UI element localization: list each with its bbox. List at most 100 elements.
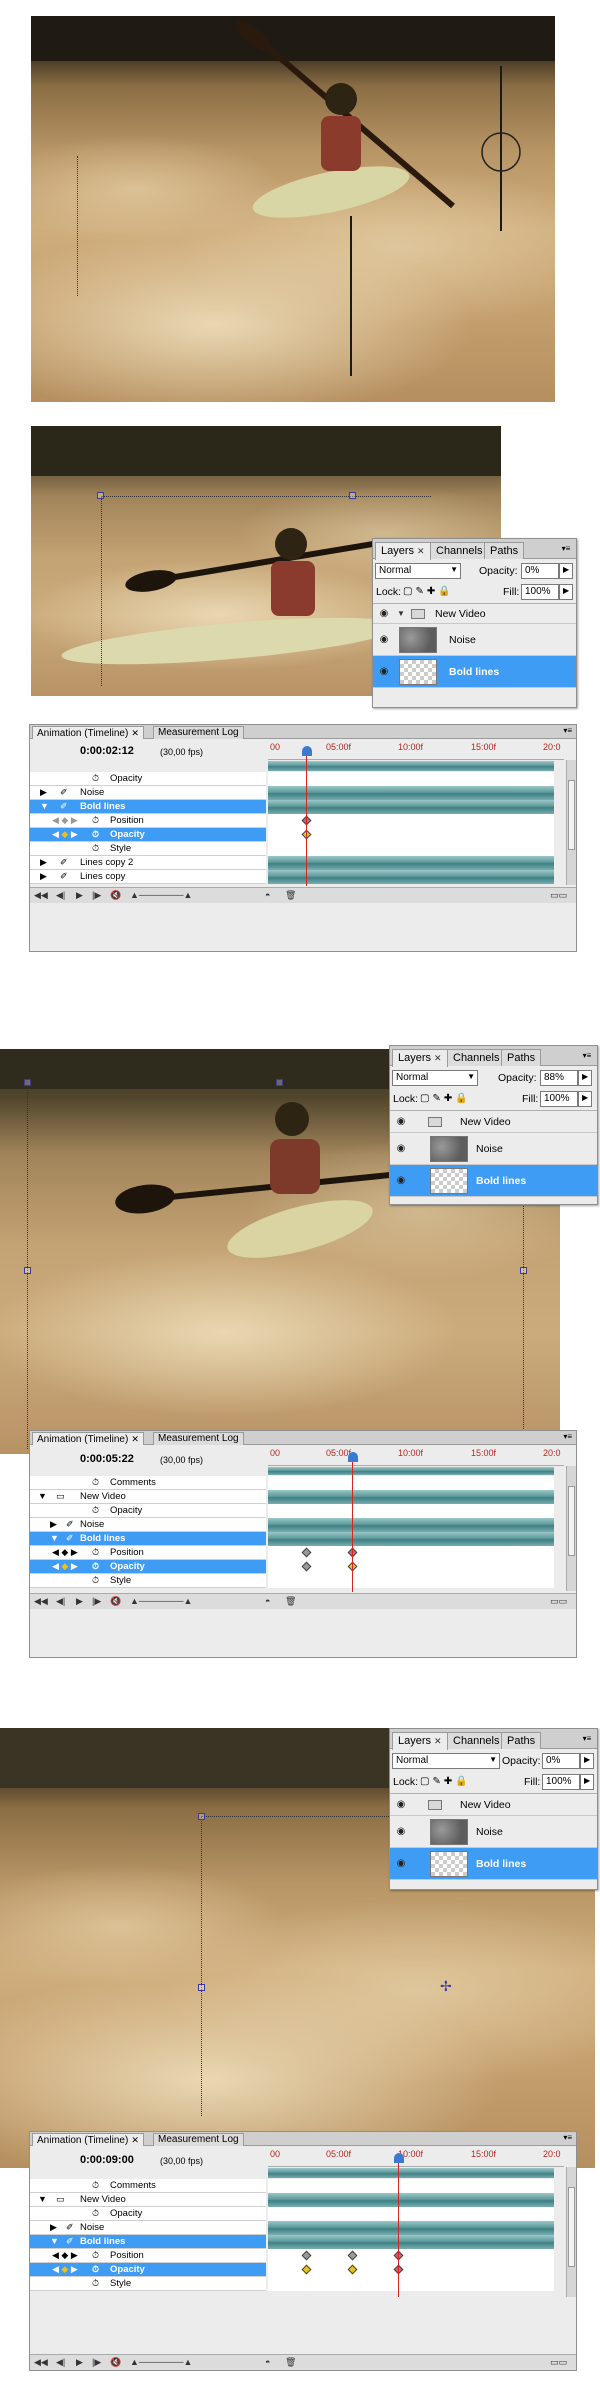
track-row-lines-copy[interactable]: ▶ ✐ Lines copy <box>30 870 266 884</box>
blend-mode-select[interactable]: Normal ▼ <box>392 1070 478 1086</box>
panel-menu-icon[interactable]: ▾≡ <box>581 1734 593 1744</box>
work-area-bar[interactable] <box>268 761 554 771</box>
layer-row-bold-lines[interactable]: ◉ Bold lines <box>390 1165 597 1197</box>
track-bar-bold-lines[interactable] <box>268 800 554 814</box>
stopwatch-icon[interactable]: ⏱ <box>92 814 99 827</box>
tab-paths[interactable]: Paths <box>501 1049 542 1066</box>
expand-triangle-icon[interactable]: ▼ <box>397 609 405 618</box>
transform-handle[interactable] <box>24 1267 31 1274</box>
layer-row-new-video[interactable]: ◉ New Video <box>390 1794 597 1816</box>
scrollbar-thumb[interactable] <box>568 780 575 850</box>
fill-field[interactable]: 100% <box>521 584 559 600</box>
visibility-eye-icon[interactable]: ◉ <box>394 1799 408 1810</box>
close-icon[interactable]: ✕ <box>131 2135 139 2145</box>
opacity-stepper[interactable]: ▶ <box>559 563 573 579</box>
play-icon[interactable]: ▶ <box>76 1596 83 1607</box>
keyframe-nav-icon[interactable]: ◀ ◆ ▶ <box>52 828 78 841</box>
stopwatch-icon[interactable]: ⏱ <box>92 772 99 785</box>
track-row-noise[interactable]: ▶ ✐ Noise <box>30 1518 266 1532</box>
audio-icon[interactable]: 🔇 <box>110 1596 121 1607</box>
track-row-opacity[interactable]: ⏱ Opacity <box>30 1504 266 1518</box>
transform-handle[interactable] <box>97 492 104 499</box>
tab-animation-timeline[interactable]: Animation (Timeline) ✕ <box>32 726 144 739</box>
layer-row-noise[interactable]: ◉ Noise <box>373 624 576 656</box>
stopwatch-icon[interactable]: ⏱ <box>92 1476 99 1489</box>
stopwatch-icon[interactable]: ⏱ <box>92 1560 99 1573</box>
zoom-slider[interactable]: ▲───────▲ <box>130 1596 192 1606</box>
playhead-handle[interactable] <box>348 1452 358 1462</box>
close-icon[interactable]: ✕ <box>434 1736 442 1746</box>
opacity-stepper[interactable]: ▶ <box>580 1753 594 1769</box>
track-bar-lines-copy-2[interactable] <box>268 856 554 870</box>
layer-row-noise[interactable]: ◉ Noise <box>390 1133 597 1165</box>
keyframe-nav-icon[interactable]: ◀ ◆ ▶ <box>52 2263 78 2276</box>
close-icon[interactable]: ✕ <box>417 546 425 556</box>
tab-paths[interactable]: Paths <box>501 1732 542 1749</box>
fill-stepper[interactable]: ▶ <box>578 1091 592 1107</box>
zoom-slider[interactable]: ▲───────▲ <box>130 2357 192 2367</box>
audio-icon[interactable]: 🔇 <box>110 890 121 901</box>
layer-row-bold-lines[interactable]: ◉ Bold lines <box>390 1848 597 1880</box>
playhead-handle[interactable] <box>302 746 312 756</box>
next-frame-icon[interactable]: |▶ <box>92 2357 101 2368</box>
expand-triangle-icon[interactable]: ▼ <box>40 800 49 813</box>
track-row-comments[interactable]: ⏱ Comments <box>30 1476 266 1490</box>
lock-icons[interactable]: ▢✎✚🔒 <box>420 1093 471 1104</box>
tab-layers[interactable]: Layers ✕ <box>392 1049 448 1067</box>
track-row-bold-lines[interactable]: ▼ ✐ Bold lines <box>30 1532 266 1546</box>
track-row-noise[interactable]: ▶ ✐ Noise <box>30 2221 266 2235</box>
expand-triangle-icon[interactable]: ▶ <box>50 1518 57 1531</box>
next-frame-icon[interactable]: |▶ <box>92 1596 101 1607</box>
onion-skin-icon[interactable]: ◓ <box>265 2357 270 2367</box>
track-bar-noise[interactable] <box>268 1518 554 1532</box>
tab-measurement-log[interactable]: Measurement Log <box>153 726 244 739</box>
track-row-opacity-selected[interactable]: ◀ ◆ ▶ ⏱ Opacity <box>30 828 266 842</box>
onion-skin-icon[interactable]: ◓ <box>265 1596 270 1606</box>
stopwatch-icon[interactable]: ⏱ <box>92 2179 99 2192</box>
track-row-opacity-selected[interactable]: ◀ ◆ ▶ ⏱ Opacity <box>30 2263 266 2277</box>
expand-triangle-icon[interactable]: ▶ <box>40 786 47 799</box>
transform-handle[interactable] <box>520 1267 527 1274</box>
work-area-bar[interactable] <box>268 1467 554 1475</box>
keyframe-nav-icon[interactable]: ◀ ◆ ▶ <box>52 1560 78 1573</box>
first-frame-icon[interactable]: ◀◀ <box>34 1596 48 1607</box>
stopwatch-icon[interactable]: ⏱ <box>92 1504 99 1517</box>
track-row-lines-copy-2[interactable]: ▶ ✐ Lines copy 2 <box>30 856 266 870</box>
track-bar-bold-lines[interactable] <box>268 2235 554 2249</box>
track-row-bold-lines[interactable]: ▼ ✐ Bold lines <box>30 2235 266 2249</box>
panel-menu-icon[interactable]: ▾≡ <box>560 544 572 554</box>
track-row-style[interactable]: ⏱ Style <box>30 2277 266 2291</box>
panel-menu-icon[interactable]: ▾≡ <box>563 2133 572 2142</box>
vertical-scrollbar[interactable] <box>566 1466 576 1591</box>
play-icon[interactable]: ▶ <box>76 2357 83 2368</box>
visibility-eye-icon[interactable]: ◉ <box>377 608 391 619</box>
tab-channels[interactable]: Channels <box>447 1049 506 1066</box>
stopwatch-icon[interactable]: ⏱ <box>92 2249 99 2262</box>
blend-mode-select[interactable]: Normal ▼ <box>375 563 461 579</box>
stopwatch-icon[interactable]: ⏱ <box>92 828 99 841</box>
track-row-opacity[interactable]: ⏱ Opacity <box>30 2207 266 2221</box>
tab-layers[interactable]: Layers ✕ <box>392 1732 448 1750</box>
expand-triangle-icon[interactable]: ▼ <box>38 2193 47 2206</box>
close-icon[interactable]: ✕ <box>434 1053 442 1063</box>
layer-row-bold-lines[interactable]: ◉ Bold lines <box>373 656 576 688</box>
expand-triangle-icon[interactable]: ▶ <box>50 2221 57 2234</box>
stopwatch-icon[interactable]: ⏱ <box>92 1574 99 1587</box>
track-row-position[interactable]: ◀ ◆ ▶ ⏱ Position <box>30 2249 266 2263</box>
play-icon[interactable]: ▶ <box>76 890 83 901</box>
convert-frames-icon[interactable]: ▭▭ <box>550 2357 567 2368</box>
stopwatch-icon[interactable]: ⏱ <box>92 1546 99 1559</box>
prev-frame-icon[interactable]: ◀| <box>56 2357 65 2368</box>
fill-stepper[interactable]: ▶ <box>559 584 573 600</box>
zoom-slider[interactable]: ▲───────▲ <box>130 890 192 900</box>
visibility-eye-icon[interactable]: ◉ <box>377 666 391 677</box>
expand-triangle-icon[interactable]: ▼ <box>50 2235 59 2248</box>
first-frame-icon[interactable]: ◀◀ <box>34 2357 48 2368</box>
visibility-eye-icon[interactable]: ◉ <box>394 1143 408 1154</box>
close-icon[interactable]: ✕ <box>131 728 139 738</box>
track-bar-noise[interactable] <box>268 786 554 800</box>
lock-icons[interactable]: ▢✎✚🔒 <box>420 1776 471 1787</box>
tab-channels[interactable]: Channels <box>447 1732 506 1749</box>
layer-row-new-video[interactable]: ◉ New Video <box>390 1111 597 1133</box>
stopwatch-icon[interactable]: ⏱ <box>92 842 99 855</box>
